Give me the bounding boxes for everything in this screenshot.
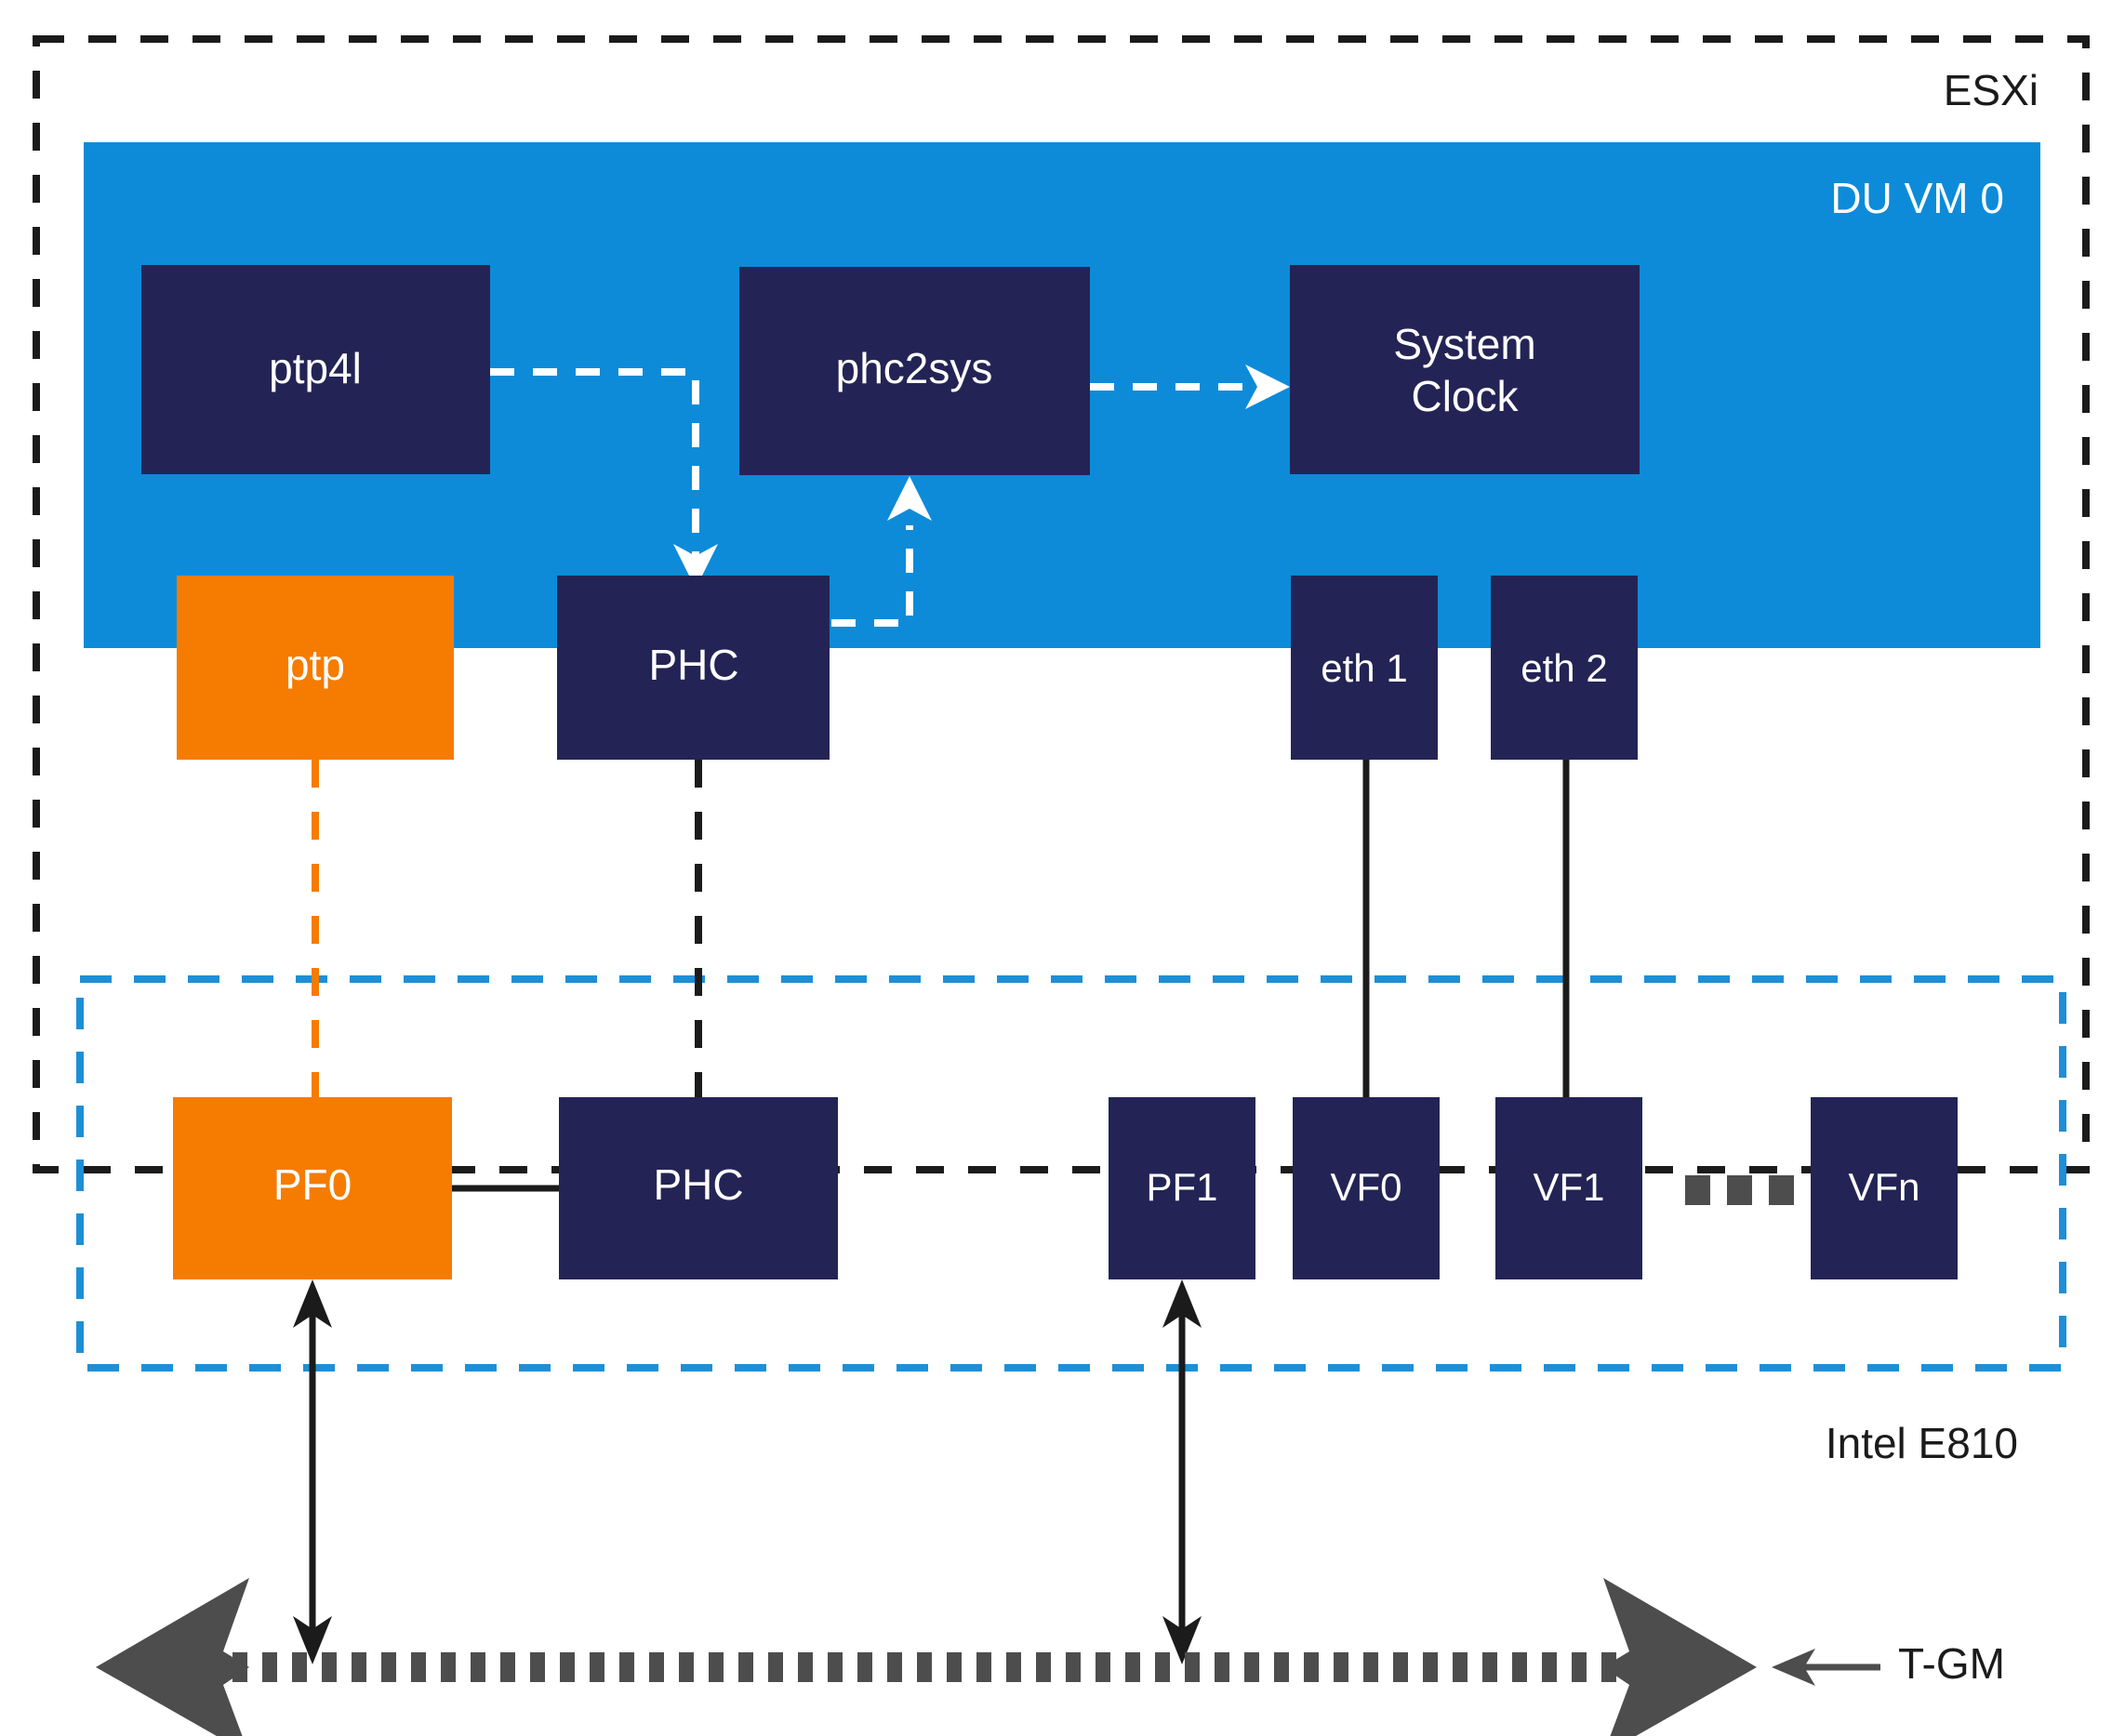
box-phc-vm[interactable]: PHC	[557, 576, 830, 760]
connector-pf0-to-network	[293, 1279, 332, 1664]
box-ptp-label: ptp	[286, 641, 345, 689]
diagram-canvas: ESXi DU VM 0 Intel E810 ptp4l phc2sys Sy…	[0, 0, 2125, 1736]
box-eth2-label: eth 2	[1521, 646, 1607, 690]
t-gm-callout: T-GM	[1772, 1639, 2005, 1688]
ptp-architecture-diagram: ESXi DU VM 0 Intel E810 ptp4l phc2sys Sy…	[33, 35, 2090, 1736]
box-ptp[interactable]: ptp	[177, 576, 454, 760]
box-phc-vm-label: PHC	[648, 641, 738, 689]
box-vf0-label: VF0	[1330, 1165, 1401, 1209]
box-eth1[interactable]: eth 1	[1291, 576, 1438, 760]
esxi-label: ESXi	[1944, 66, 2039, 114]
box-system-clock-line1: System	[1393, 320, 1535, 368]
connector-pf1-to-network	[1162, 1279, 1202, 1664]
box-ptp4l[interactable]: ptp4l	[141, 265, 490, 474]
box-vf1[interactable]: VF1	[1495, 1097, 1642, 1279]
box-vf1-label: VF1	[1533, 1165, 1604, 1209]
box-phc2sys[interactable]: phc2sys	[739, 267, 1090, 475]
box-vfn-label: VFn	[1848, 1165, 1919, 1209]
box-pf1[interactable]: PF1	[1109, 1097, 1255, 1279]
box-system-clock[interactable]: System Clock	[1290, 265, 1640, 474]
box-system-clock-line2: Clock	[1411, 372, 1519, 420]
box-eth2[interactable]: eth 2	[1491, 576, 1638, 760]
box-pf0[interactable]: PF0	[173, 1097, 452, 1279]
box-eth1-label: eth 1	[1321, 646, 1407, 690]
box-vfn[interactable]: VFn	[1811, 1097, 1958, 1279]
box-ptp4l-label: ptp4l	[269, 344, 362, 392]
network-link	[96, 1578, 1757, 1736]
ellipsis-icon	[1685, 1175, 1794, 1205]
box-pf1-label: PF1	[1146, 1165, 1217, 1209]
box-pf0-label: PF0	[273, 1160, 352, 1209]
box-phc-nic[interactable]: PHC	[559, 1097, 838, 1279]
box-vf0[interactable]: VF0	[1293, 1097, 1440, 1279]
intel-e810-label: Intel E810	[1826, 1419, 2018, 1467]
box-phc-nic-label: PHC	[653, 1160, 743, 1209]
du-vm-label: DU VM 0	[1830, 174, 2004, 222]
t-gm-label: T-GM	[1898, 1639, 2005, 1688]
box-phc2sys-label: phc2sys	[836, 344, 993, 392]
